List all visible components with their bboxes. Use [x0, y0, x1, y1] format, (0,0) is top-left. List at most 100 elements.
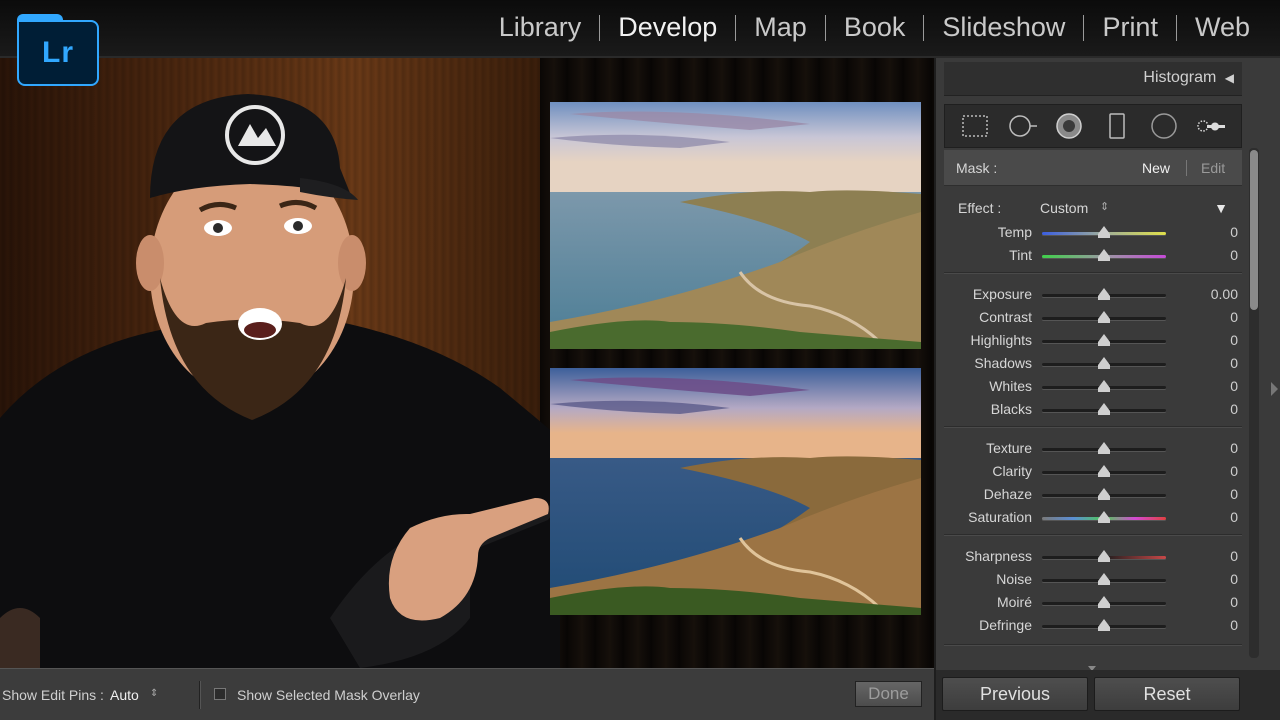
slider-thumb[interactable]: [1098, 380, 1110, 388]
slider-value[interactable]: 0.00: [1198, 286, 1238, 302]
slider-thumb-base[interactable]: [1098, 234, 1110, 238]
slider-value[interactable]: 0: [1198, 355, 1238, 371]
histogram-label: Histogram: [1143, 69, 1217, 86]
slider-value[interactable]: 0: [1198, 378, 1238, 394]
module-slideshow[interactable]: Slideshow: [924, 12, 1083, 43]
slider-thumb[interactable]: [1098, 311, 1110, 319]
slider-value[interactable]: 0: [1198, 440, 1238, 456]
slider-value[interactable]: 0: [1198, 617, 1238, 633]
mask-edit-button[interactable]: Edit: [1201, 160, 1225, 176]
slider-thumb-base[interactable]: [1098, 581, 1110, 585]
crop-icon[interactable]: [959, 110, 991, 142]
bottom-toolbar: Show Edit Pins : Auto ⇕ Show Selected Ma…: [0, 668, 934, 720]
mask-new-button[interactable]: New: [1142, 160, 1170, 176]
module-picker: Library Develop Map Book Slideshow Print Web: [481, 12, 1268, 43]
collapse-left-icon[interactable]: ◀: [1225, 71, 1234, 85]
slider-thumb-base[interactable]: [1098, 450, 1110, 454]
slider-value[interactable]: 0: [1198, 548, 1238, 564]
slider-thumb[interactable]: [1098, 511, 1110, 519]
logo-text: Lr: [17, 20, 99, 86]
slider-thumb[interactable]: [1098, 465, 1110, 473]
slider-thumb[interactable]: [1098, 596, 1110, 604]
edit-pins-select[interactable]: Auto: [110, 687, 139, 703]
group-divider: [944, 426, 1242, 427]
adjustment-sliders: Effect : Custom ⇕ ▼ Temp 0 Tint 0 Exposure 0.…: [944, 186, 1242, 656]
slider-thumb-base[interactable]: [1098, 558, 1110, 562]
slider-label: Noise: [996, 571, 1032, 587]
slider-thumb-base[interactable]: [1098, 257, 1110, 261]
module-develop[interactable]: Develop: [600, 12, 735, 43]
slider-thumb[interactable]: [1098, 249, 1110, 257]
lightroom-logo: Lr: [17, 14, 99, 86]
slider-thumb[interactable]: [1098, 619, 1110, 627]
scrollbar-thumb[interactable]: [1250, 150, 1258, 310]
slider-thumb-base[interactable]: [1098, 496, 1110, 500]
previous-button[interactable]: Previous: [942, 677, 1088, 711]
slider-value[interactable]: 0: [1198, 401, 1238, 417]
effect-preset-select[interactable]: Custom: [1040, 200, 1088, 216]
slider-label: Saturation: [968, 509, 1032, 525]
slider-thumb[interactable]: [1098, 488, 1110, 496]
slider-thumb[interactable]: [1098, 573, 1110, 581]
slider-thumb-base[interactable]: [1098, 319, 1110, 323]
slider-value[interactable]: 0: [1198, 594, 1238, 610]
slider-thumb-base[interactable]: [1098, 365, 1110, 369]
effect-disclosure-icon[interactable]: ▼: [1214, 200, 1228, 216]
slider-value[interactable]: 0: [1198, 332, 1238, 348]
adjustment-brush-icon[interactable]: [1195, 110, 1227, 142]
red-eye-icon[interactable]: [1053, 110, 1085, 142]
slider-thumb[interactable]: [1098, 403, 1110, 411]
group-divider: [944, 272, 1242, 273]
slider-thumb[interactable]: [1098, 357, 1110, 365]
module-library[interactable]: Library: [481, 12, 600, 43]
slider-thumb-base[interactable]: [1098, 473, 1110, 477]
right-panel: Histogram ◀ Mask : New Edit Effect : Cus…: [934, 58, 1280, 720]
slider-label: Texture: [986, 440, 1032, 456]
toolbar-divider: [199, 681, 200, 709]
slider-thumb-base[interactable]: [1098, 296, 1110, 300]
module-web[interactable]: Web: [1177, 12, 1268, 43]
radial-filter-icon[interactable]: [1148, 110, 1180, 142]
slider-thumb[interactable]: [1098, 550, 1110, 558]
slider-label: Temp: [997, 224, 1032, 240]
slider-thumb-base[interactable]: [1098, 411, 1110, 415]
slider-value[interactable]: 0: [1198, 309, 1238, 325]
slider-thumb[interactable]: [1098, 288, 1110, 296]
group-divider: [944, 534, 1242, 535]
slider-value[interactable]: 0: [1198, 509, 1238, 525]
slider-label: Blacks: [990, 401, 1032, 417]
expand-right-icon[interactable]: [1271, 382, 1278, 396]
panel-buttons: Previous Reset: [936, 670, 1280, 720]
updown-icon[interactable]: ⇕: [1100, 200, 1109, 213]
reset-button[interactable]: Reset: [1094, 677, 1240, 711]
module-map[interactable]: Map: [736, 12, 825, 43]
mask-overlay-checkbox[interactable]: [214, 688, 226, 700]
slider-thumb-base[interactable]: [1098, 604, 1110, 608]
slider-thumb-base[interactable]: [1098, 388, 1110, 392]
before-photo: [550, 102, 921, 349]
presenter-image: [0, 94, 560, 668]
slider-thumb-base[interactable]: [1098, 627, 1110, 631]
after-photo: [550, 368, 921, 615]
slider-label: Shadows: [974, 355, 1032, 371]
updown-icon[interactable]: ⇕: [150, 688, 158, 699]
slider-thumb-base[interactable]: [1098, 342, 1110, 346]
slider-thumb[interactable]: [1098, 226, 1110, 234]
slider-thumb[interactable]: [1098, 442, 1110, 450]
slider-thumb[interactable]: [1098, 334, 1110, 342]
slider-value[interactable]: 0: [1198, 224, 1238, 240]
histogram-header[interactable]: Histogram ◀: [944, 62, 1242, 96]
slider-thumb-base[interactable]: [1098, 519, 1110, 523]
slider-value[interactable]: 0: [1198, 486, 1238, 502]
spot-removal-icon[interactable]: [1006, 110, 1038, 142]
module-print[interactable]: Print: [1084, 12, 1176, 43]
done-button[interactable]: Done: [855, 681, 922, 707]
slider-blacks: Blacks 0: [944, 399, 1242, 421]
slider-value[interactable]: 0: [1198, 571, 1238, 587]
slider-value[interactable]: 0: [1198, 247, 1238, 263]
graduated-filter-icon[interactable]: [1101, 110, 1133, 142]
slider-clarity: Clarity 0: [944, 461, 1242, 483]
slider-contrast: Contrast 0: [944, 307, 1242, 329]
module-book[interactable]: Book: [826, 12, 924, 43]
slider-value[interactable]: 0: [1198, 463, 1238, 479]
